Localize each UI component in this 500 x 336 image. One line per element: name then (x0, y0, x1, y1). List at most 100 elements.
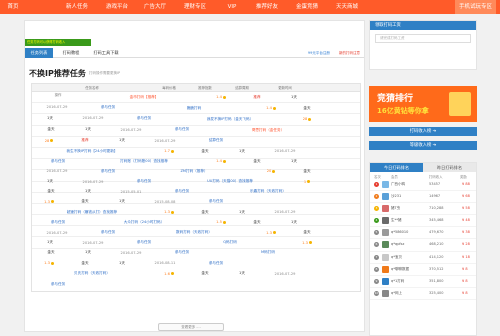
tab-tool-download[interactable]: 打码工具下载 (87, 48, 125, 58)
join-task-link[interactable]: 结算任务 (190, 136, 242, 146)
tab-yesterday-ranking[interactable]: 昨日打码排名 (423, 163, 476, 172)
task-name-link[interactable]: UU打码（天猫00）查找推荐 (207, 179, 253, 184)
login-input[interactable]: 请完成打码工资 (375, 34, 471, 43)
task-name[interactable]: 我生不换IP打码【24小时更新】 (32, 146, 152, 156)
member-income: 345,468 (429, 218, 444, 223)
member-name[interactable]: q*586010 (391, 230, 408, 234)
guess-ranking-ad[interactable]: 竞猜排行 16亿黄钻等你拿 (369, 86, 477, 122)
task-name-link[interactable]: 超速打码（赚钱从打）查找推荐 (67, 210, 117, 215)
nav-egg-guess[interactable]: 金蛋竞猜 (290, 0, 324, 14)
nav-vip[interactable]: VIP (222, 0, 242, 14)
task-name[interactable]: 数码打码（天收打码） (134, 227, 254, 237)
task-name[interactable]: 贝氏打码（天收打码） (32, 268, 152, 279)
avatar[interactable] (382, 217, 389, 225)
join-task-link[interactable]: 参与任务 (82, 102, 134, 112)
join-task-link[interactable]: 参与任务 (190, 258, 242, 268)
income-board-button[interactable]: 打码收入榜 ➔ (369, 127, 477, 136)
promo-banner[interactable]: 任务打码可以获得打码收入 (25, 39, 91, 46)
member-name[interactable]: 生**猪 (391, 218, 402, 223)
member-name[interactable]: q*qpfsz (391, 242, 404, 246)
task-name[interactable]: 大众打码（24小时打码） (84, 217, 204, 227)
avatar[interactable] (382, 289, 389, 297)
task-name-link[interactable]: M码打码 (261, 250, 275, 255)
tab-today-ranking[interactable]: 今日打码排名 (370, 163, 423, 172)
avatar[interactable] (382, 241, 389, 249)
task-rating: 金天 (238, 156, 276, 166)
task-name-link[interactable]: Q码打码 (223, 240, 237, 245)
load-more-button[interactable]: 查看更多 .... (158, 323, 224, 331)
task-name[interactable]: ZM打码（推荐） (134, 166, 254, 176)
nav-finance[interactable]: 理财专区 (178, 0, 212, 14)
task-name[interactable]: 金币打码【推荐】 (84, 92, 204, 102)
avatar[interactable] (382, 253, 389, 261)
task-name-link[interactable]: 哥思打码（金任务） (252, 128, 284, 133)
join-task-link[interactable]: 参与任务 (118, 113, 170, 123)
task-name-link[interactable]: 我发不换IP打码（金天飞码） (207, 117, 253, 122)
join-task-link[interactable]: 参与任务 (82, 227, 134, 237)
member-name[interactable]: 广西小鸭 (391, 182, 405, 187)
task-name[interactable]: 哥思打码（金任务） (208, 126, 328, 136)
task-name-link[interactable]: 打码账（打码账00）查找推荐 (120, 159, 168, 164)
task-name-link[interactable]: 贝氏打码（天收打码） (74, 271, 110, 276)
task-name[interactable]: 乐趣打码（天收打码） (208, 187, 328, 197)
task-name-link[interactable]: 乐趣打码（天收打码） (250, 189, 286, 194)
member-reward: ¥ 88 (462, 182, 470, 186)
task-name[interactable]: 我发不换IP打码（金天飞码） (170, 114, 290, 124)
tab-task-list[interactable]: 任务列表 (25, 48, 53, 58)
task-name[interactable]: 打码账（打码账00）查找推荐 (84, 156, 204, 166)
avatar[interactable] (382, 229, 389, 237)
level-board-button[interactable]: 等级收入榜 ➔ (369, 141, 477, 150)
join-task-link[interactable]: 参与任务 (118, 177, 170, 187)
join-task-link[interactable]: 参与任务 (32, 279, 84, 290)
header-price: 每码价格 (162, 86, 176, 90)
task-name-link[interactable]: 脆脆打码 (187, 106, 201, 111)
ranking-row: 2 沙231 14967 ¥ 68 (370, 191, 476, 204)
avatar[interactable] (382, 205, 389, 213)
notice-link[interactable]: 新的打码注意 (339, 51, 360, 55)
task-name[interactable]: Q码打码 (170, 238, 290, 248)
tab-tutorial[interactable]: 打码教程 (57, 48, 85, 58)
member-name[interactable]: 沙231 (391, 194, 401, 199)
member-name[interactable]: q*聊聊数据 (391, 267, 409, 272)
rank-number: 3 (374, 206, 379, 212)
nav-newbie-tasks[interactable]: 新人任务 (60, 0, 94, 14)
avatar[interactable] (382, 277, 389, 285)
nav-home[interactable]: 首页 (2, 0, 24, 14)
nav-ad-hall[interactable]: 广告大厅 (138, 0, 172, 14)
nav-mall[interactable]: 天天商城 (330, 0, 364, 14)
member-name[interactable]: 猪T虫 (391, 206, 400, 211)
task-rating: 金天 (238, 217, 276, 227)
avatar[interactable] (382, 193, 389, 201)
task-cycle: 1天 (291, 158, 297, 163)
task-name[interactable]: UU打码（天猫00）查找推荐 (170, 177, 290, 187)
mobile-trial-button[interactable]: 手机试玩专区 (454, 0, 496, 14)
join-task-link[interactable]: 参与任务 (32, 156, 84, 166)
member-name[interactable]: q*宝贝 (391, 255, 402, 260)
join-task-link[interactable]: 参与任务 (190, 197, 242, 207)
avatar[interactable] (382, 265, 389, 273)
task-name-link[interactable]: 大众打码（24小时打码） (124, 220, 165, 225)
nav-invite-friends[interactable]: 推荐好友 (250, 0, 284, 14)
task-name-link[interactable]: 我生不换IP打码【24小时更新】 (67, 149, 118, 154)
avatar[interactable] (382, 181, 389, 188)
join-task-link[interactable]: 参与任务 (82, 166, 134, 176)
member-name[interactable]: q*网上 (391, 291, 402, 296)
task-name[interactable]: 脆脆打码 (134, 103, 254, 113)
register-link[interactable]: 99元平台注册 (308, 51, 330, 55)
task-name-link[interactable]: 金币打码【推荐】 (130, 95, 159, 100)
task-rating: 金天 (32, 125, 70, 135)
join-task-link[interactable]: 参与任务 (156, 187, 208, 197)
join-task-link[interactable]: 参与任务 (118, 238, 170, 248)
gold-coin-icon (50, 139, 54, 143)
login-panel: 领取打码工资 请完成打码工资 (369, 20, 477, 70)
task-name[interactable]: M码打码 (208, 248, 328, 258)
nav-game-platform[interactable]: 游戏平台 (100, 0, 134, 14)
task-name-link[interactable]: 数码打码（天收打码） (176, 230, 212, 235)
join-task-link[interactable]: 参与任务 (156, 125, 208, 135)
task-name[interactable]: 超速打码（赚钱从打）查找推荐 (32, 207, 152, 217)
join-task-link[interactable]: 参与任务 (32, 217, 84, 227)
task-price: 1.5 (204, 217, 238, 227)
member-name[interactable]: q*1打码 (391, 279, 404, 284)
join-task-link[interactable]: 参与任务 (156, 248, 208, 258)
task-name-link[interactable]: ZM打码（推荐） (180, 169, 207, 174)
